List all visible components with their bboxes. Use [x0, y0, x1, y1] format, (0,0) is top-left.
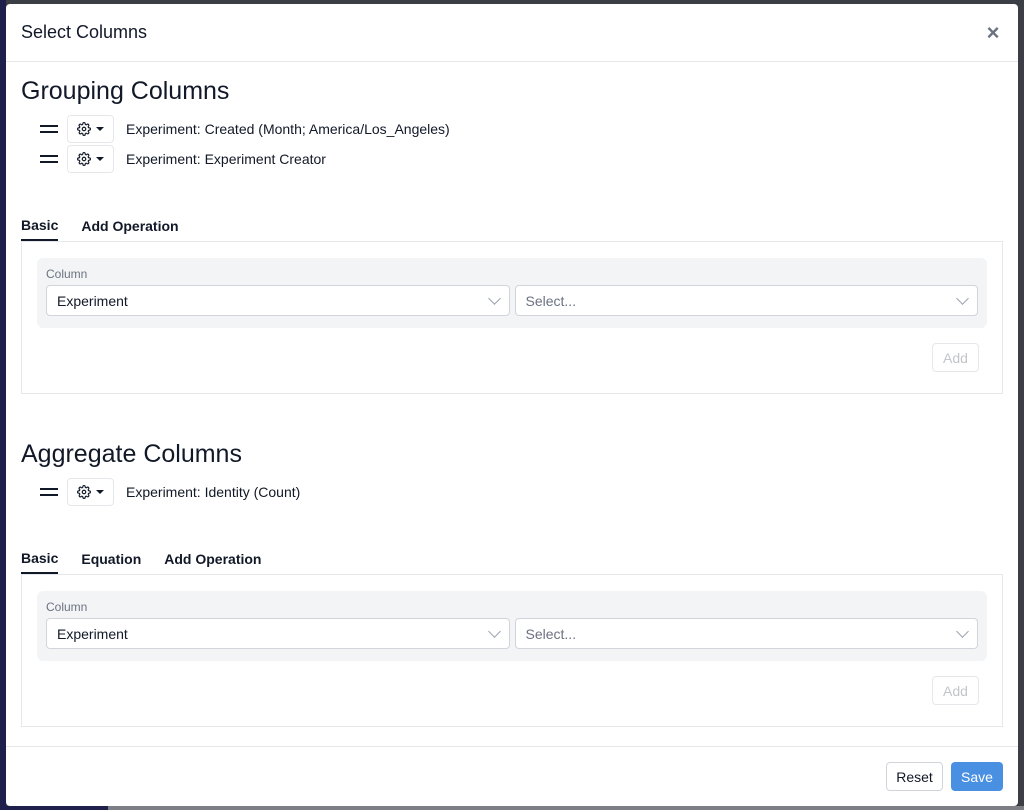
grouping-tabs: Basic Add Operation	[21, 209, 1003, 242]
gear-icon	[77, 122, 91, 136]
chevron-down-icon	[487, 624, 501, 638]
gear-icon	[77, 152, 91, 166]
drag-handle-icon[interactable]	[40, 487, 58, 497]
grouping-column-label: Experiment: Created (Month; America/Los_…	[126, 121, 450, 137]
aggregate-tabs: Basic Equation Add Operation	[21, 542, 1003, 575]
aggregate-tab-panel: Column Experiment Select... Add	[21, 575, 1003, 727]
add-grouping-button[interactable]: Add	[932, 343, 979, 372]
caret-down-icon	[96, 157, 104, 161]
aggregate-columns-title: Aggregate Columns	[21, 440, 242, 468]
select-columns-modal: Select Columns × Grouping Columns Experi…	[6, 4, 1018, 806]
tab-add-operation[interactable]: Add Operation	[164, 542, 261, 574]
grouping-column-label: Experiment: Experiment Creator	[126, 151, 326, 167]
close-icon[interactable]: ×	[983, 21, 1003, 44]
grouping-column-row: Experiment: Experiment Creator	[21, 144, 1003, 174]
select-row: Experiment Select...	[46, 618, 978, 649]
grouping-columns-title: Grouping Columns	[21, 77, 230, 105]
caret-down-icon	[96, 127, 104, 131]
add-aggregate-button[interactable]: Add	[932, 676, 979, 705]
chevron-down-icon	[487, 291, 501, 305]
sub-column-select-placeholder: Select...	[525, 292, 577, 309]
grouping-column-row: Experiment: Created (Month; America/Los_…	[21, 114, 1003, 144]
column-field-label: Column	[46, 267, 88, 281]
aggregate-column-label: Experiment: Identity (Count)	[126, 484, 301, 500]
add-row: Add	[37, 343, 987, 372]
modal-footer: Reset Save	[6, 746, 1018, 806]
background-sidebar-bottom	[0, 806, 108, 810]
sub-column-select[interactable]: Select...	[514, 285, 978, 316]
aggregate-column-card: Column Experiment Select...	[37, 591, 987, 661]
chevron-down-icon	[956, 291, 969, 305]
grouping-tab-panel: Column Experiment Select... Add	[21, 242, 1003, 394]
column-options-button[interactable]	[67, 115, 114, 143]
add-row: Add	[37, 676, 987, 705]
modal-title: Select Columns	[21, 22, 148, 42]
column-options-button[interactable]	[67, 145, 114, 173]
column-select-value: Experiment	[57, 625, 128, 642]
drag-handle-icon[interactable]	[40, 124, 58, 134]
tab-add-operation[interactable]: Add Operation	[81, 209, 178, 241]
column-select-value: Experiment	[57, 292, 128, 309]
tab-equation[interactable]: Equation	[81, 542, 141, 574]
modal-body: Grouping Columns Experiment: Created (Mo…	[6, 77, 1018, 727]
column-field-label: Column	[46, 600, 88, 614]
sub-column-select[interactable]: Select...	[514, 618, 978, 649]
modal-header: Select Columns ×	[6, 4, 1018, 62]
column-select[interactable]: Experiment	[46, 285, 510, 316]
aggregate-column-row: Experiment: Identity (Count)	[21, 477, 1003, 507]
gear-icon	[77, 485, 91, 499]
column-select[interactable]: Experiment	[46, 618, 510, 649]
chevron-down-icon	[956, 624, 969, 638]
reset-button[interactable]: Reset	[886, 762, 943, 791]
drag-handle-icon[interactable]	[40, 154, 58, 164]
tab-basic[interactable]: Basic	[21, 542, 59, 574]
sub-column-select-placeholder: Select...	[525, 625, 577, 642]
caret-down-icon	[96, 490, 104, 494]
save-button[interactable]: Save	[951, 762, 1003, 791]
select-row: Experiment Select...	[46, 285, 978, 316]
tab-basic[interactable]: Basic	[21, 209, 59, 241]
background-table	[108, 806, 1024, 810]
column-options-button[interactable]	[67, 478, 114, 506]
grouping-column-card: Column Experiment Select...	[37, 258, 987, 328]
